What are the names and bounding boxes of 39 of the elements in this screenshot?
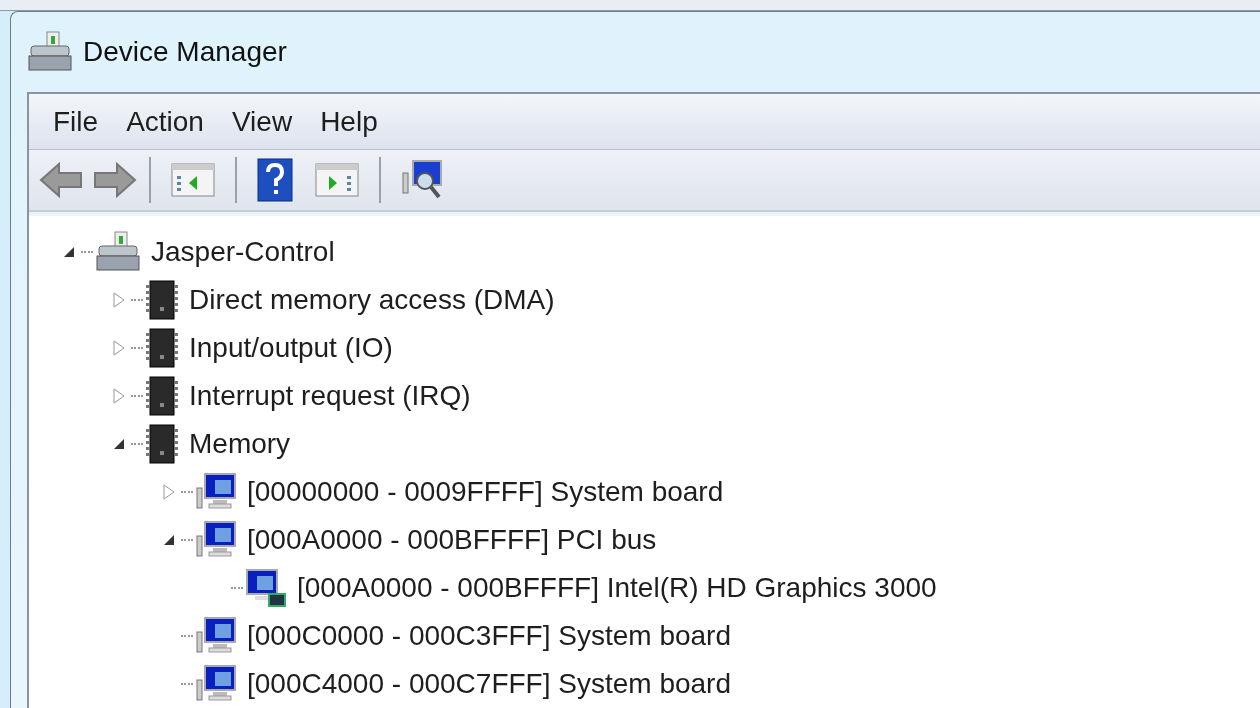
expand-arrow-icon[interactable] <box>113 388 125 404</box>
monitor-icon <box>195 616 237 656</box>
chip-icon <box>145 423 179 465</box>
monitor-icon <box>195 472 237 512</box>
tree-item[interactable]: Interrupt request (IRQ) <box>189 375 471 417</box>
computer-icon <box>27 30 73 74</box>
pane-icon[interactable] <box>171 162 215 198</box>
tree-item[interactable]: [000C0000 - 000C3FFF] System board <box>247 615 731 657</box>
tree-item[interactable]: [000A0000 - 000BFFFF] Intel(R) HD Graphics 3000 <box>297 567 937 609</box>
tree-item[interactable]: Jasper-Control <box>151 231 335 273</box>
menu-item[interactable]: File <box>45 100 107 143</box>
pane-icon[interactable] <box>315 162 359 198</box>
tree-item[interactable]: Memory <box>189 423 291 465</box>
computer-icon <box>95 230 141 274</box>
help-icon[interactable] <box>257 158 293 202</box>
collapse-arrow-icon[interactable] <box>63 246 75 258</box>
back-arrow-icon[interactable] <box>39 160 85 200</box>
tree-item[interactable]: Input/output (IO) <box>189 327 393 369</box>
display-adapter-icon <box>245 568 287 608</box>
tree-item[interactable]: [00000000 - 0009FFFF] System board <box>247 471 724 513</box>
forward-arrow-icon[interactable] <box>91 160 137 200</box>
collapse-arrow-icon[interactable] <box>113 438 125 450</box>
chip-icon <box>145 327 179 369</box>
monitor-icon <box>195 664 237 704</box>
tree-item[interactable]: [000C4000 - 000C7FFF] System board <box>247 663 731 705</box>
collapse-arrow-icon[interactable] <box>163 534 175 546</box>
monitor-icon <box>195 520 237 560</box>
tree-item[interactable]: [000A0000 - 000BFFFF] PCI bus <box>247 519 657 561</box>
window-title: Device Manager <box>83 35 287 69</box>
tree-item[interactable]: Direct memory access (DMA) <box>189 279 555 321</box>
scan-hardware-icon[interactable] <box>401 159 445 201</box>
expand-arrow-icon[interactable] <box>113 292 125 308</box>
menu-item[interactable]: View <box>223 100 301 143</box>
expand-arrow-icon[interactable] <box>163 484 175 500</box>
expand-arrow-icon[interactable] <box>113 340 125 356</box>
menu-item[interactable]: Help <box>312 100 386 143</box>
chip-icon <box>145 279 179 321</box>
chip-icon <box>145 375 179 417</box>
menu-item[interactable]: Action <box>118 100 212 143</box>
